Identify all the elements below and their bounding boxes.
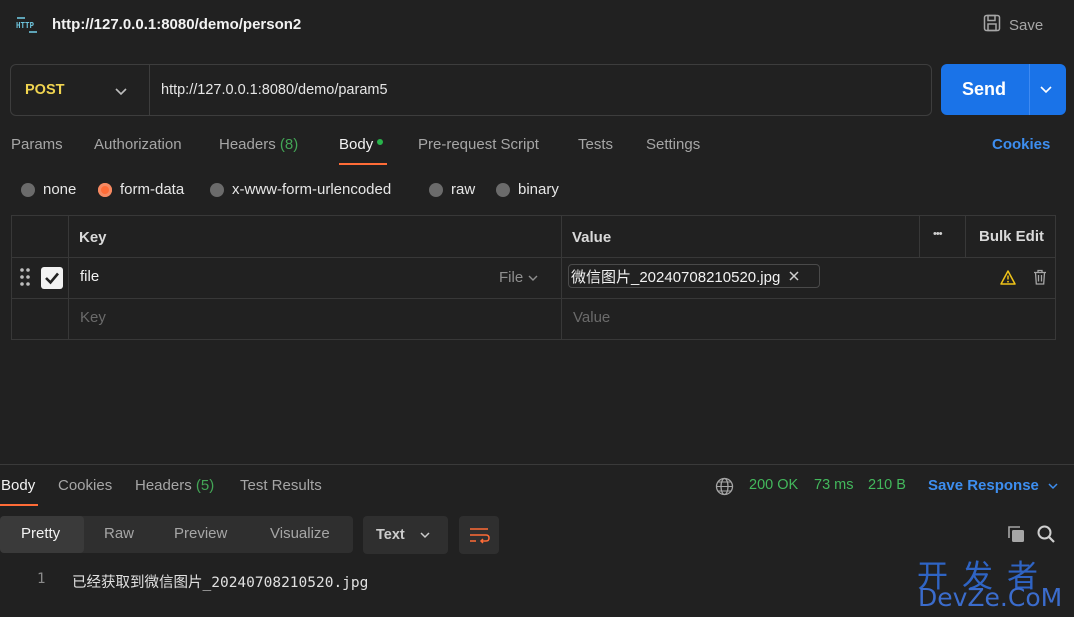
tab-headers[interactable]: Headers (8) xyxy=(219,136,298,153)
response-tab-cookies[interactable]: Cookies xyxy=(58,477,112,494)
wrap-lines-icon xyxy=(470,528,490,544)
file-chip: 微信图片_20240708210520.jpg xyxy=(568,264,820,288)
response-body-line[interactable]: 已经获取到微信图片_20240708210520.jpg xyxy=(72,571,368,592)
save-response-button[interactable]: Save Response xyxy=(928,477,1059,494)
save-button[interactable]: Save xyxy=(983,14,1043,36)
divider xyxy=(1029,64,1030,115)
response-tab-test-results[interactable]: Test Results xyxy=(240,477,322,494)
chevron-down-icon[interactable] xyxy=(1039,82,1053,96)
radio-label: form-data xyxy=(120,181,185,198)
svg-text:HTTP: HTTP xyxy=(16,21,35,30)
response-size[interactable]: 210 B xyxy=(868,477,906,493)
save-label: Save xyxy=(1009,16,1044,34)
watermark-en: DevZe.CoM xyxy=(918,583,1063,612)
response-time[interactable]: 73 ms xyxy=(814,477,854,493)
search-icon[interactable] xyxy=(1036,524,1056,548)
file-name: 微信图片_20240708210520.jpg xyxy=(571,268,781,286)
view-mode-selector: Pretty Raw Preview Visualize xyxy=(0,516,353,553)
response-tab-body[interactable]: Body xyxy=(1,477,35,494)
radio-none[interactable]: none xyxy=(21,181,76,198)
more-options-icon[interactable]: ••• xyxy=(933,228,943,240)
format-select[interactable]: Text xyxy=(363,516,448,554)
tab-body[interactable]: Body xyxy=(339,136,384,153)
tab-headers-label: Headers xyxy=(219,136,276,153)
active-tab-underline xyxy=(339,163,387,165)
tab-prerequest-script[interactable]: Pre-request Script xyxy=(418,136,539,153)
body-indicator-dot xyxy=(377,139,384,146)
checkmark-icon xyxy=(45,272,59,285)
col-divider xyxy=(68,216,69,339)
key-column-header: Key xyxy=(79,229,107,246)
save-icon xyxy=(983,14,1001,36)
radio-label: x-www-form-urlencoded xyxy=(232,181,392,198)
http-icon: HTTP xyxy=(15,15,39,35)
radio-icon xyxy=(21,182,35,197)
headers-count: (8) xyxy=(279,136,299,153)
drag-handle-icon[interactable] xyxy=(20,268,30,286)
response-headers-count: (5) xyxy=(195,477,215,494)
bulk-edit-button[interactable]: Bulk Edit xyxy=(979,228,1044,245)
chevron-down-icon xyxy=(1048,482,1058,489)
key-type-select[interactable]: File xyxy=(499,269,539,286)
page-title: http://127.0.0.1:8080/demo/person2 xyxy=(52,16,302,33)
view-visualize[interactable]: Visualize xyxy=(270,525,330,542)
wrap-lines-button[interactable] xyxy=(459,516,499,554)
view-preview[interactable]: Preview xyxy=(174,525,227,542)
send-button[interactable]: Send xyxy=(941,64,1066,115)
chevron-down-icon xyxy=(420,532,430,539)
row-divider xyxy=(12,257,1055,258)
radio-label: none xyxy=(43,181,77,198)
globe-icon[interactable] xyxy=(715,477,734,500)
trash-icon[interactable] xyxy=(1033,269,1047,289)
active-tab-underline xyxy=(0,504,38,506)
save-response-label: Save Response xyxy=(928,477,1039,494)
line-number: 1 xyxy=(37,571,46,587)
radio-icon xyxy=(496,182,510,197)
form-data-table: Key Value ••• Bulk Edit file File 微信图片_2… xyxy=(11,215,1056,340)
col-divider xyxy=(561,216,562,339)
radio-icon xyxy=(210,182,224,197)
radio-selected-icon xyxy=(98,182,112,197)
close-icon[interactable] xyxy=(788,270,800,282)
view-pretty[interactable]: Pretty xyxy=(21,525,60,542)
tab-body-label: Body xyxy=(339,136,374,153)
method-select[interactable]: POST xyxy=(25,82,64,98)
format-label: Text xyxy=(376,527,405,543)
divider xyxy=(149,65,150,115)
row-key[interactable]: file xyxy=(80,268,99,285)
cookies-link[interactable]: Cookies xyxy=(992,136,1050,153)
response-divider xyxy=(0,464,1074,465)
radio-binary[interactable]: binary xyxy=(496,181,559,198)
radio-label: raw xyxy=(451,181,476,198)
send-label: Send xyxy=(962,79,1007,99)
view-raw[interactable]: Raw xyxy=(104,525,134,542)
radio-icon xyxy=(429,182,443,197)
col-divider xyxy=(919,216,920,257)
warning-icon[interactable] xyxy=(1000,270,1016,289)
copy-icon[interactable] xyxy=(1006,524,1026,548)
key-placeholder[interactable]: Key xyxy=(80,309,106,326)
radio-form-data[interactable]: form-data xyxy=(98,181,184,198)
tab-authorization[interactable]: Authorization xyxy=(94,136,182,153)
row-divider xyxy=(12,298,1055,299)
radio-raw[interactable]: raw xyxy=(429,181,475,198)
chevron-down-icon[interactable] xyxy=(114,84,128,98)
key-type-label: File xyxy=(499,269,524,286)
radio-label: binary xyxy=(518,181,559,198)
url-input[interactable] xyxy=(161,76,921,104)
value-placeholder[interactable]: Value xyxy=(573,309,610,326)
response-tab-headers[interactable]: Headers (5) xyxy=(135,477,214,494)
row-checkbox[interactable] xyxy=(41,267,63,289)
col-divider xyxy=(965,216,966,257)
status-code[interactable]: 200 OK xyxy=(749,477,798,493)
chevron-down-icon xyxy=(528,275,538,281)
value-column-header: Value xyxy=(572,229,612,246)
tab-settings[interactable]: Settings xyxy=(646,136,700,153)
tab-params[interactable]: Params xyxy=(11,136,63,153)
url-bar: POST xyxy=(10,64,932,116)
radio-urlencoded[interactable]: x-www-form-urlencoded xyxy=(210,181,391,198)
response-tab-headers-label: Headers xyxy=(135,477,192,494)
tab-tests[interactable]: Tests xyxy=(578,136,613,153)
